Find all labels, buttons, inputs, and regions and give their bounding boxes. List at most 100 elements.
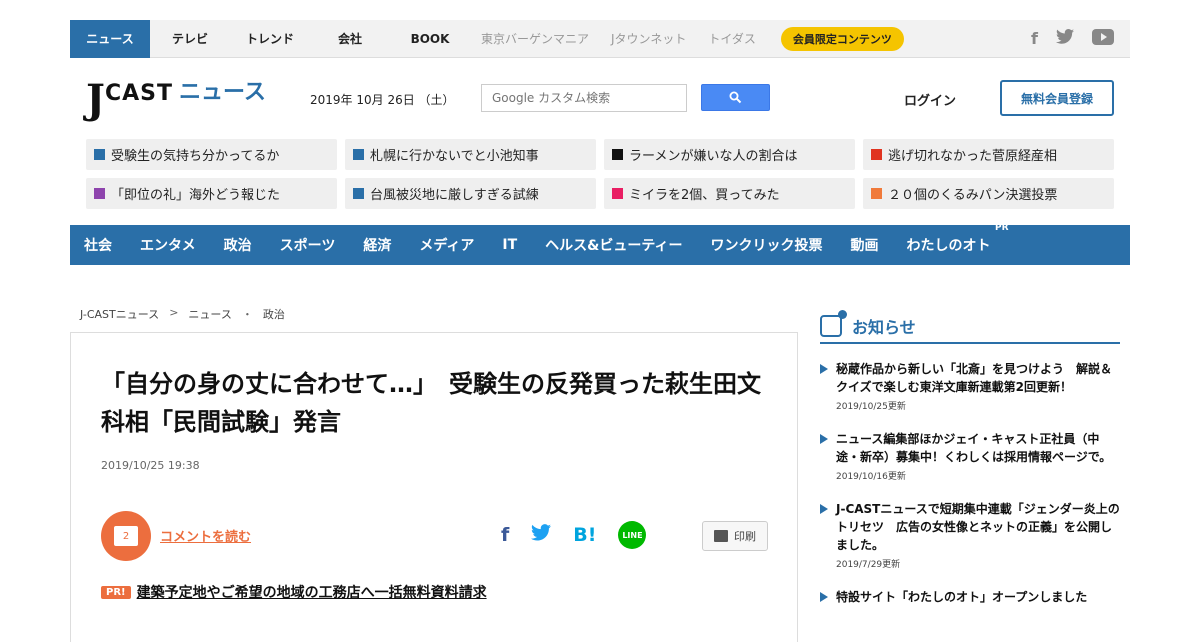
member-content-button[interactable]: 会員限定コンテンツ <box>780 26 904 51</box>
top-link-bargain-mania[interactable]: 東京バーゲンマニア <box>470 20 600 58</box>
trending-item[interactable]: ２０個のくるみパン決選投票 <box>863 178 1114 209</box>
category-nav-label: ヘルス&ビューティー <box>545 238 683 254</box>
trending-item[interactable]: ミイラを2個、買ってみた <box>604 178 855 209</box>
breadcrumb-home[interactable]: J-CASTニュース <box>80 306 159 322</box>
trending-item-label: ２０個のくるみパン決選投票 <box>888 188 1058 203</box>
notice-item[interactable]: 特設サイト「わたしのオト」オープンしました <box>820 588 1120 606</box>
logo-cast: CAST <box>104 81 173 106</box>
comment-bubble[interactable]: 2 <box>101 511 151 561</box>
category-nav-item[interactable]: スポーツ <box>280 235 336 255</box>
breadcrumb-news[interactable]: ニュース <box>188 306 231 322</box>
category-nav-label: エンタメ <box>140 238 196 254</box>
breadcrumb-politics[interactable]: 政治 <box>263 306 285 322</box>
trending-color-marker <box>871 188 882 199</box>
line-share-icon[interactable]: LINE <box>618 521 647 549</box>
twitter-share-icon[interactable] <box>531 524 552 546</box>
trending-item-label: ラーメンが嫌いな人の割合は <box>629 149 798 164</box>
youtube-icon[interactable] <box>1092 28 1114 49</box>
notice-header: お知らせ <box>820 309 1120 344</box>
category-nav-item[interactable]: 政治 <box>224 235 252 255</box>
top-tab-tv[interactable]: テレビ <box>150 20 230 58</box>
register-button[interactable]: 無料会員登録 <box>1000 80 1114 116</box>
comment-count: 2 <box>114 526 138 546</box>
notice-item[interactable]: ニュース編集部ほかジェイ・キャスト正社員（中途・新卒）募集中！くわしくは採用情報… <box>820 430 1120 482</box>
notice-list: 秘蔵作品から新しい「北斎」を見つけよう 解説＆クイズで楽しむ東洋文庫新連載第2回… <box>820 360 1120 624</box>
top-tab-trend[interactable]: トレンド <box>230 20 310 58</box>
logo-news: ニュース <box>178 80 266 105</box>
category-nav-item[interactable]: 動画 <box>851 235 879 255</box>
category-nav-label: メディア <box>419 238 475 254</box>
category-nav-label: スポーツ <box>279 238 336 254</box>
article-date: 2019/10/25 19:38 <box>101 459 200 472</box>
category-nav-item[interactable]: エンタメ <box>140 235 196 255</box>
pr-ad-link[interactable]: 建築予定地やご希望の地域の工務店へ一括無料資料請求 <box>137 582 487 602</box>
notice-text[interactable]: J-CASTニュースで短期集中連載「ジェンダー炎上のトリセツ 広告の女性像とネッ… <box>836 500 1120 554</box>
category-nav-label: IT <box>502 237 518 253</box>
search-input[interactable] <box>481 84 687 112</box>
notice-body: J-CASTニュースで短期集中連載「ジェンダー炎上のトリセツ 広告の女性像とネッ… <box>836 500 1120 570</box>
article-headline: 「自分の身の丈に合わせて…」 受験生の反発買った萩生田文科相「民間試験」発言 <box>101 370 761 436</box>
current-date: 2019年 10月 26日 （土） <box>310 93 455 107</box>
notice-text[interactable]: ニュース編集部ほかジェイ・キャスト正社員（中途・新卒）募集中！くわしくは採用情報… <box>836 430 1120 466</box>
category-nav-item[interactable]: IT <box>502 237 517 253</box>
top-tab-book[interactable]: BOOK <box>390 20 470 58</box>
trending-item-label: 札幌に行かないでと小池知事 <box>370 149 539 164</box>
trending-color-marker <box>353 149 364 160</box>
notice-icon <box>820 309 847 337</box>
site-logo[interactable]: J CAST ニュース <box>86 80 266 120</box>
category-nav-item[interactable]: ヘルス&ビューティー <box>545 235 682 255</box>
top-link-j-townnet[interactable]: Jタウンネット <box>600 20 697 58</box>
breadcrumb-separator: ・ <box>241 308 253 321</box>
notice-item[interactable]: J-CASTニュースで短期集中連載「ジェンダー炎上のトリセツ 広告の女性像とネッ… <box>820 500 1120 570</box>
read-comments-link[interactable]: コメントを読む <box>160 526 251 545</box>
trending-item-label: 受験生の気持ち分かってるか <box>111 149 280 164</box>
category-nav-label: 社会 <box>84 238 112 254</box>
trending-color-marker <box>612 188 623 199</box>
category-nav-label: 動画 <box>850 238 879 254</box>
category-nav-label: わたしのオト <box>906 238 991 254</box>
trending-item[interactable]: 「即位の礼」海外どう報じた <box>86 178 337 209</box>
top-tab-news[interactable]: ニュース <box>70 19 150 58</box>
category-nav-item[interactable]: ワンクリック投票 <box>711 235 823 255</box>
trending-item[interactable]: ラーメンが嫌いな人の割合は <box>604 139 855 170</box>
trending-item[interactable]: 台風被災地に厳しすぎる試練 <box>345 178 596 209</box>
category-nav-item[interactable]: わたしのオト PR <box>906 223 1009 255</box>
printer-icon <box>714 530 728 542</box>
triangle-bullet-icon <box>820 434 828 444</box>
trending-item-label: 逃げ切れなかった菅原経産相 <box>888 149 1058 164</box>
trending-item[interactable]: 逃げ切れなかった菅原経産相 <box>863 139 1114 170</box>
trending-color-marker <box>871 149 882 160</box>
print-label: 印刷 <box>734 530 756 543</box>
login-link[interactable]: ログイン <box>904 90 956 109</box>
trending-item-label: 「即位の礼」海外どう報じた <box>111 188 281 203</box>
top-tab-company[interactable]: 会社 <box>310 20 390 58</box>
category-nav-label: 経済 <box>363 238 392 254</box>
trending-color-marker <box>94 188 105 199</box>
trending-topics: 受験生の気持ち分かってるか 札幌に行かないでと小池知事 ラーメンが嫌いな人の割合は 逃… <box>86 139 1114 209</box>
category-nav: 社会 エンタメ 政治 スポーツ 経済 メディア IT ヘルス&ビューティー ワンクリック投票 動画… <box>70 223 1130 265</box>
notice-text[interactable]: 特設サイト「わたしのオト」オープンしました <box>836 588 1087 606</box>
share-buttons: f B! LINE <box>501 521 647 549</box>
facebook-icon[interactable]: f <box>1031 29 1038 48</box>
social-links: f <box>1031 28 1130 49</box>
trending-item-label: 台風被災地に厳しすぎる試練 <box>370 188 539 203</box>
twitter-icon[interactable] <box>1056 29 1074 48</box>
category-nav-item[interactable]: 社会 <box>84 235 112 255</box>
breadcrumb: J-CASTニュース > ニュース ・ 政治 <box>80 306 285 322</box>
trending-item[interactable]: 受験生の気持ち分かってるか <box>86 139 337 170</box>
hatena-bookmark-icon[interactable]: B! <box>573 524 596 546</box>
category-nav-item[interactable]: 経済 <box>363 235 391 255</box>
facebook-share-icon[interactable]: f <box>501 524 509 546</box>
trending-color-marker <box>612 149 623 160</box>
search-button[interactable] <box>701 84 770 111</box>
notice-body: ニュース編集部ほかジェイ・キャスト正社員（中途・新卒）募集中！くわしくは採用情報… <box>836 430 1120 482</box>
notice-text[interactable]: 秘蔵作品から新しい「北斎」を見つけよう 解説＆クイズで楽しむ東洋文庫新連載第2回… <box>836 360 1120 396</box>
trending-item[interactable]: 札幌に行かないでと小池知事 <box>345 139 596 170</box>
print-button[interactable]: 印刷 <box>702 521 768 551</box>
pr-ad: PR! 建築予定地やご希望の地域の工務店へ一括無料資料請求 <box>101 582 487 602</box>
category-nav-item[interactable]: メディア <box>419 235 474 255</box>
top-link-toidas[interactable]: トイダス <box>697 20 767 58</box>
notice-body: 秘蔵作品から新しい「北斎」を見つけよう 解説＆クイズで楽しむ東洋文庫新連載第2回… <box>836 360 1120 412</box>
notice-item[interactable]: 秘蔵作品から新しい「北斎」を見つけよう 解説＆クイズで楽しむ東洋文庫新連載第2回… <box>820 360 1120 412</box>
notice-date: 2019/10/25更新 <box>836 402 906 412</box>
